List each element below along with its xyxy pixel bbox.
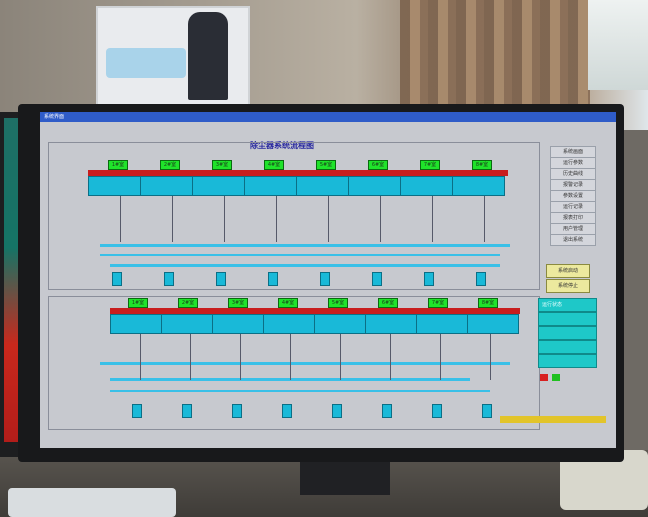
alarm-indicator-green bbox=[552, 374, 560, 381]
upper-valve-6[interactable]: 6#室 bbox=[368, 160, 388, 170]
status-row-4 bbox=[538, 340, 597, 354]
scada-screen: 系统界面 除尘器系统流程图 系统启动 系统停止 1#室 2#室 3#室 4#室 5#室 6… bbox=[40, 112, 616, 448]
upper-valve-1[interactable]: 1#室 bbox=[108, 160, 128, 170]
lower-pump-8[interactable] bbox=[482, 404, 492, 418]
upper-drop-line-7 bbox=[432, 196, 433, 242]
lower-drop-line-1 bbox=[140, 334, 141, 380]
status-row-3 bbox=[538, 326, 597, 340]
keyboard bbox=[8, 488, 176, 517]
system-stop-button[interactable]: 系统停止 bbox=[546, 279, 590, 293]
upper-drop-line-6 bbox=[380, 196, 381, 242]
upper-pipe-2 bbox=[100, 254, 500, 256]
upper-drop-line-2 bbox=[172, 196, 173, 242]
lower-chamber-3 bbox=[212, 314, 264, 334]
upper-drop-line-1 bbox=[120, 196, 121, 242]
system-start-button[interactable]: 系统启动 bbox=[546, 264, 590, 278]
lower-chamber-8 bbox=[467, 314, 519, 334]
upper-drop-line-3 bbox=[224, 196, 225, 242]
upper-drop-line-4 bbox=[276, 196, 277, 242]
upper-chamber-8 bbox=[452, 176, 505, 196]
upper-pump-6[interactable] bbox=[372, 272, 382, 286]
lower-valve-5[interactable]: 5#室 bbox=[328, 298, 348, 308]
lower-drop-line-4 bbox=[290, 334, 291, 380]
lower-pump-3[interactable] bbox=[232, 404, 242, 418]
lower-drop-line-8 bbox=[490, 334, 491, 380]
lower-pump-7[interactable] bbox=[432, 404, 442, 418]
lower-pipe-1 bbox=[100, 362, 510, 365]
menu-button-9[interactable]: 退出系统 bbox=[550, 234, 596, 246]
upper-pump-4[interactable] bbox=[268, 272, 278, 286]
poster-image bbox=[106, 48, 186, 78]
status-row-1: 运行状态 bbox=[538, 298, 597, 312]
upper-valve-5[interactable]: 5#室 bbox=[316, 160, 336, 170]
upper-valve-2[interactable]: 2#室 bbox=[160, 160, 180, 170]
lower-drop-line-6 bbox=[390, 334, 391, 380]
lower-chamber-2 bbox=[161, 314, 213, 334]
upper-chamber-1 bbox=[88, 176, 141, 196]
upper-chamber-7 bbox=[400, 176, 453, 196]
lower-chamber-6 bbox=[365, 314, 417, 334]
status-row-2 bbox=[538, 312, 597, 326]
upper-pump-7[interactable] bbox=[424, 272, 434, 286]
status-bar bbox=[500, 416, 606, 423]
window-title: 系统界面 bbox=[44, 114, 65, 120]
upper-valve-4[interactable]: 4#室 bbox=[264, 160, 284, 170]
lower-chamber-5 bbox=[314, 314, 366, 334]
upper-valve-8[interactable]: 8#室 bbox=[472, 160, 492, 170]
alarm-indicator-red bbox=[540, 374, 548, 381]
upper-pipe-3 bbox=[110, 264, 500, 267]
lower-valve-7[interactable]: 7#室 bbox=[428, 298, 448, 308]
upper-chamber-6 bbox=[348, 176, 401, 196]
lower-valve-4[interactable]: 4#室 bbox=[278, 298, 298, 308]
upper-chamber-5 bbox=[296, 176, 349, 196]
lower-chamber-4 bbox=[263, 314, 315, 334]
upper-valve-3[interactable]: 3#室 bbox=[212, 160, 232, 170]
lower-drop-line-3 bbox=[240, 334, 241, 380]
lower-drop-line-7 bbox=[440, 334, 441, 380]
poster-person bbox=[188, 12, 228, 100]
window-titlebar: 系统界面 bbox=[40, 112, 616, 122]
lower-chamber-1 bbox=[110, 314, 162, 334]
upper-valve-7[interactable]: 7#室 bbox=[420, 160, 440, 170]
lower-drop-line-2 bbox=[190, 334, 191, 380]
upper-pump-3[interactable] bbox=[216, 272, 226, 286]
lower-pump-5[interactable] bbox=[332, 404, 342, 418]
lower-pump-4[interactable] bbox=[282, 404, 292, 418]
lower-drop-line-5 bbox=[340, 334, 341, 380]
window bbox=[588, 0, 648, 90]
lower-valve-2[interactable]: 2#室 bbox=[178, 298, 198, 308]
upper-pump-5[interactable] bbox=[320, 272, 330, 286]
lower-pump-1[interactable] bbox=[132, 404, 142, 418]
upper-pump-1[interactable] bbox=[112, 272, 122, 286]
lower-valve-3[interactable]: 3#室 bbox=[228, 298, 248, 308]
upper-drop-line-5 bbox=[328, 196, 329, 242]
lower-valve-8[interactable]: 8#室 bbox=[478, 298, 498, 308]
lower-valve-6[interactable]: 6#室 bbox=[378, 298, 398, 308]
upper-pump-8[interactable] bbox=[476, 272, 486, 286]
lower-pump-2[interactable] bbox=[182, 404, 192, 418]
upper-drop-line-8 bbox=[484, 196, 485, 242]
wall-poster bbox=[96, 6, 250, 106]
upper-chamber-2 bbox=[140, 176, 193, 196]
lower-chamber-7 bbox=[416, 314, 468, 334]
upper-chamber-3 bbox=[192, 176, 245, 196]
status-row-5 bbox=[538, 354, 597, 368]
upper-pipe-1 bbox=[100, 244, 510, 247]
lower-pump-6[interactable] bbox=[382, 404, 392, 418]
lower-pipe-3 bbox=[110, 390, 490, 392]
upper-chamber-4 bbox=[244, 176, 297, 196]
upper-pump-2[interactable] bbox=[164, 272, 174, 286]
lower-valve-1[interactable]: 1#室 bbox=[128, 298, 148, 308]
